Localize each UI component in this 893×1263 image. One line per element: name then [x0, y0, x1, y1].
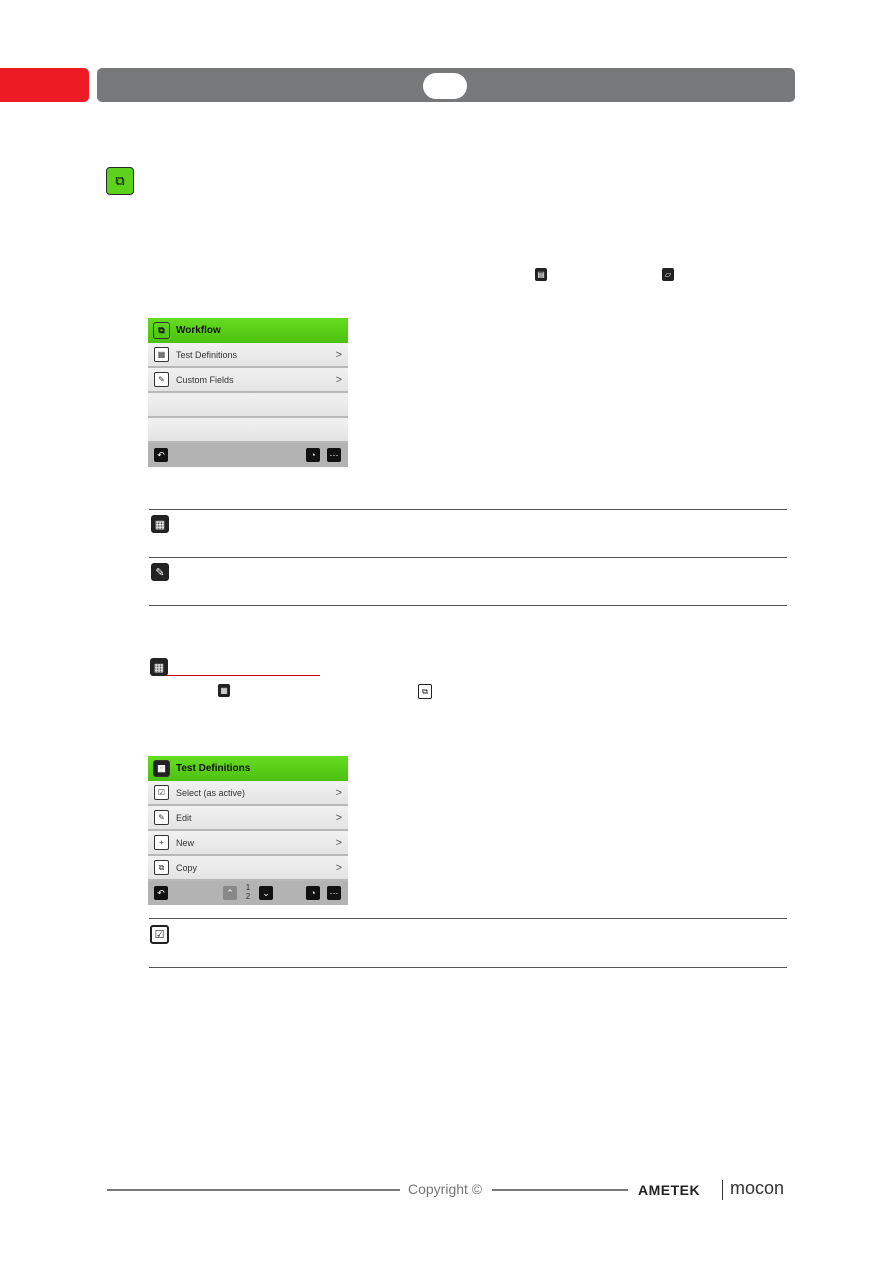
screen-header: ⧉ Workflow [148, 318, 348, 343]
divider [149, 509, 787, 510]
dashboard-icon[interactable]: ◔ [306, 448, 320, 462]
menu-item-label: New [176, 837, 195, 848]
chapter-tab [0, 68, 89, 102]
chevron-right-icon: > [335, 836, 342, 849]
menu-item-select[interactable]: ☑ Select (as active) > [148, 781, 348, 806]
ametek-logo: AMETEK [638, 1182, 701, 1198]
chevron-right-icon: > [335, 373, 342, 386]
menu-item-label: Select (as active) [176, 787, 246, 798]
menu-item-label: Edit [176, 812, 192, 823]
divider [149, 967, 787, 968]
chart-icon: ▦ [218, 684, 230, 697]
chart-icon: ▦ [153, 760, 170, 777]
screen-title: Test Definitions [176, 763, 251, 774]
menu-item-label: Copy [176, 862, 198, 873]
screen-header: ▦ Test Definitions [148, 756, 348, 781]
dashboard-icon[interactable]: ◔ [306, 886, 320, 900]
page-down-icon[interactable]: ⌄ [259, 886, 273, 900]
menu-item-custom-fields[interactable]: ✎ Custom Fields > [148, 368, 348, 393]
divider [149, 557, 787, 558]
chevron-right-icon: > [335, 861, 342, 874]
workflow-icon: ⧉ [153, 322, 170, 339]
chart-icon: ▦ [150, 658, 168, 676]
footer-line [107, 1189, 400, 1191]
manual-page: ⧉ ▤ ▱ ⧉ Workflow ▦ Test Definitions > ✎ Cust… [0, 0, 893, 1263]
empty-row [148, 393, 348, 418]
menu-item-edit[interactable]: ✎ Edit > [148, 806, 348, 831]
edit-form-icon: ✎ [154, 372, 169, 387]
page-total: 2 [245, 892, 251, 901]
copyright-text: Copyright © [408, 1181, 483, 1197]
copy-icon: ⧉ [154, 860, 169, 875]
screen-title: Workflow [176, 325, 221, 336]
back-icon[interactable]: ↶ [154, 448, 168, 462]
menu-item-copy[interactable]: ⧉ Copy > [148, 856, 348, 881]
empty-row [148, 418, 348, 443]
page-number-pill [423, 73, 467, 99]
screen-footer: ↶ ⌃ 12 ⌄ ◔ ⋯ [148, 881, 348, 905]
page-current: 1 [245, 883, 251, 892]
divider [149, 918, 787, 919]
screen-footer: ↶ ◔ ⋯ [148, 443, 348, 467]
test-definitions-screen: ▦ Test Definitions ☑ Select (as active) > ✎… [148, 756, 348, 905]
page-indicator: 12 [243, 883, 253, 901]
logo-separator [722, 1180, 723, 1200]
workflow-icon: ⧉ [106, 167, 134, 195]
pencil-icon: ✎ [154, 810, 169, 825]
workflow-screen: ⧉ Workflow ▦ Test Definitions > ✎ Custom Fie… [148, 318, 348, 467]
back-icon[interactable]: ↶ [154, 886, 168, 900]
document-icon: ▤ [535, 268, 547, 281]
mocon-logo: mocon [730, 1178, 785, 1198]
heading-underline [165, 675, 320, 676]
chevron-right-icon: > [335, 786, 342, 799]
workflow-icon: ⧉ [418, 684, 432, 699]
menu-grid-icon[interactable]: ⋯ [327, 886, 341, 900]
chevron-right-icon: > [335, 811, 342, 824]
chart-icon: ▦ [151, 515, 169, 533]
menu-grid-icon[interactable]: ⋯ [327, 448, 341, 462]
edit-form-icon: ✎ [151, 563, 169, 581]
divider [149, 605, 787, 606]
chart-icon: ▦ [154, 347, 169, 362]
page-up-icon[interactable]: ⌃ [223, 886, 237, 900]
menu-item-test-definitions[interactable]: ▦ Test Definitions > [148, 343, 348, 368]
new-icon: + [154, 835, 169, 850]
menu-item-label: Test Definitions [176, 349, 238, 360]
folder-icon: ▱ [662, 268, 674, 281]
select-icon: ☑ [154, 785, 169, 800]
menu-item-label: Custom Fields [176, 374, 234, 385]
select-icon: ☑ [150, 925, 169, 944]
chevron-right-icon: > [335, 348, 342, 361]
menu-item-new[interactable]: + New > [148, 831, 348, 856]
footer-line [492, 1189, 628, 1191]
